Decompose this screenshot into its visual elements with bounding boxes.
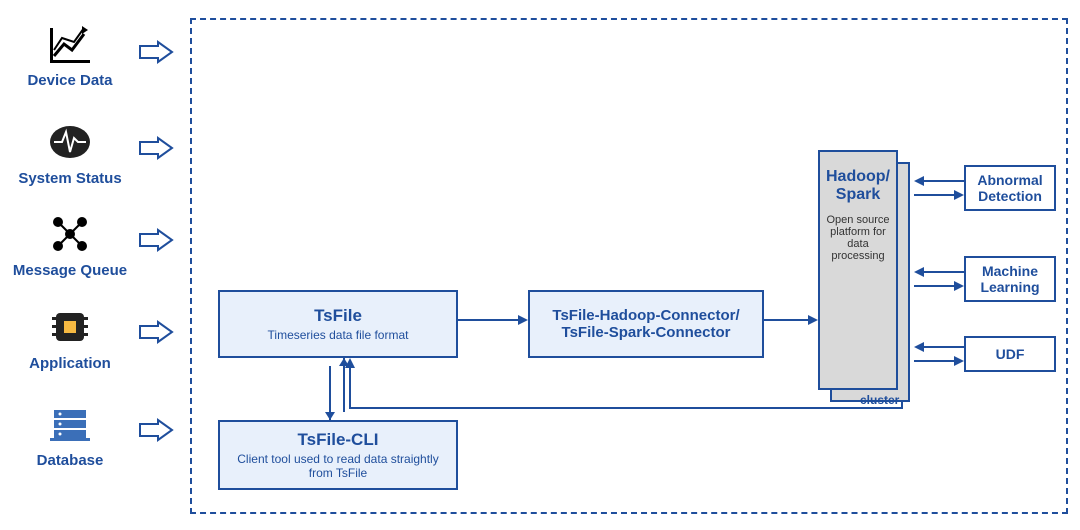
arrow-connector-to-hadoop <box>764 310 818 330</box>
arrow-hadoop-to-tsfile <box>338 358 914 416</box>
source-label: Application <box>29 355 111 372</box>
chart-icon <box>46 20 94 68</box>
node-subtitle: Client tool used to read data straightly… <box>230 452 446 480</box>
source-message-queue: Message Queue <box>10 210 130 279</box>
output-udf: UDF <box>964 336 1056 372</box>
output-label: UDF <box>996 346 1025 362</box>
arrow-right-icon <box>138 136 174 160</box>
hadoop-title: Hadoop/ <box>826 168 890 186</box>
node-title: TsFile-Hadoop-Connector/ <box>540 307 752 324</box>
arrow-right-icon <box>138 418 174 442</box>
node-title: TsFile-Spark-Connector <box>540 324 752 341</box>
arrow-right-icon <box>138 320 174 344</box>
pulse-icon <box>46 118 94 166</box>
output-machine-learning: Machine Learning <box>964 256 1056 302</box>
arrow-bidir-icon <box>914 339 954 369</box>
network-icon <box>46 210 94 258</box>
chip-icon <box>46 303 94 351</box>
node-title: TsFile-CLI <box>230 430 446 450</box>
output-label: Detection <box>977 188 1042 204</box>
arrow-bidir-icon <box>914 173 954 203</box>
arrow-bidir-icon <box>914 264 954 294</box>
arrow-tsfile-to-connector <box>458 310 528 330</box>
source-system-status: System Status <box>10 118 130 187</box>
arrow-right-icon <box>138 228 174 252</box>
source-label: Database <box>37 452 104 469</box>
node-tsfile: TsFile Timeseries data file format <box>218 290 458 358</box>
hadoop-title: Spark <box>826 186 890 204</box>
node-tsfile-cli: TsFile-CLI Client tool used to read data… <box>218 420 458 490</box>
source-application: Application <box>10 303 130 372</box>
source-device-data: Device Data <box>10 20 130 89</box>
source-label: System Status <box>18 170 121 187</box>
arrow-right-icon <box>138 40 174 64</box>
source-label: Device Data <box>27 72 112 89</box>
source-label: Message Queue <box>13 262 127 279</box>
hadoop-subtitle: Open source platform for data processing <box>826 214 890 262</box>
source-database: Database <box>10 400 130 469</box>
node-connector: TsFile-Hadoop-Connector/ TsFile-Spark-Co… <box>528 290 764 358</box>
output-abnormal-detection: Abnormal Detection <box>964 165 1056 211</box>
server-icon <box>46 400 94 448</box>
node-subtitle: Timeseries data file format <box>230 328 446 342</box>
node-title: TsFile <box>230 306 446 326</box>
output-label: Learning <box>980 279 1039 295</box>
hadoop-front-card: Hadoop/ Spark Open source platform for d… <box>818 150 898 390</box>
output-label: Machine <box>980 263 1039 279</box>
output-label: Abnormal <box>977 172 1042 188</box>
